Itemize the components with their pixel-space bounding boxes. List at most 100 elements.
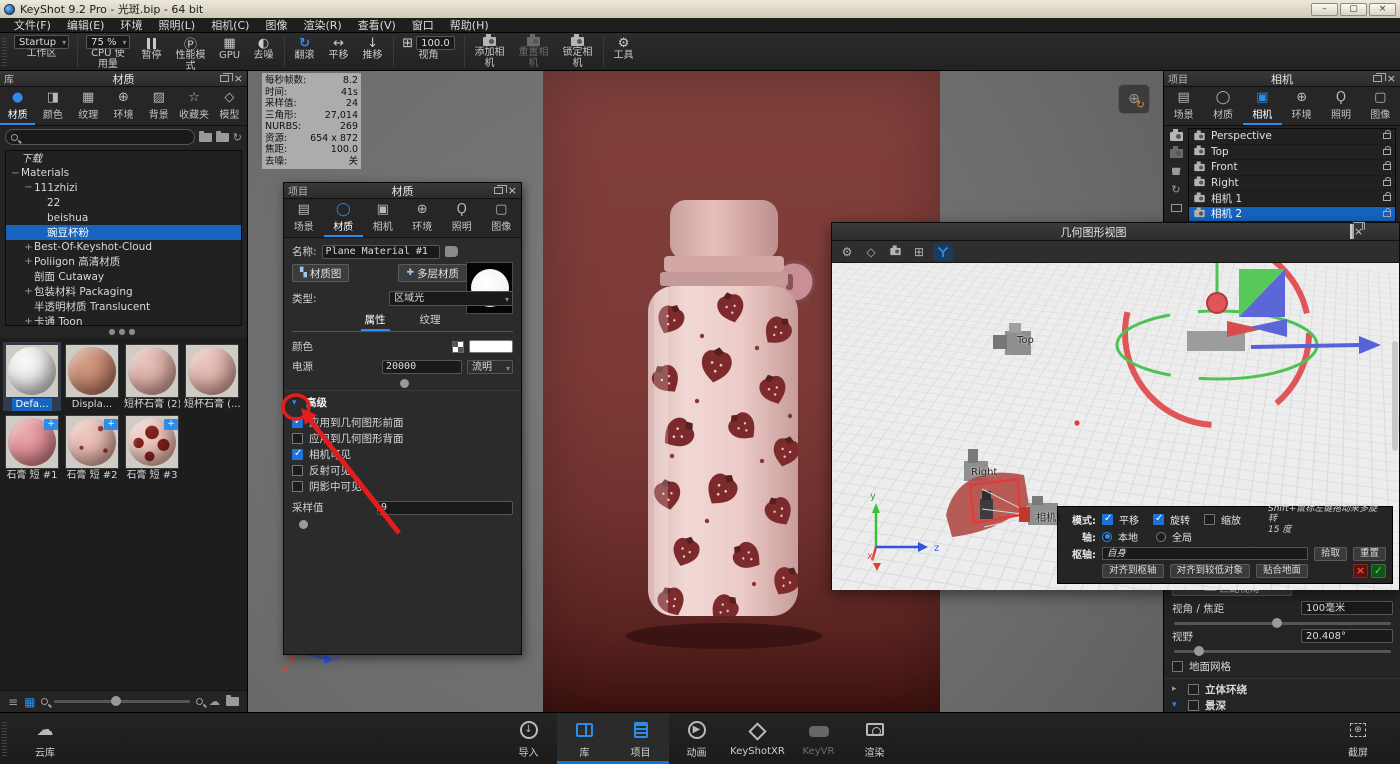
material-save-icon[interactable] [445, 246, 458, 257]
pick-button[interactable]: 拾取 [1314, 547, 1347, 561]
align-pivot-button[interactable]: 对齐到枢轴 [1102, 564, 1164, 578]
denoise-button[interactable]: ◐ 去噪 [247, 33, 281, 70]
camera-list-item[interactable]: Right [1189, 176, 1395, 192]
tree-item[interactable]: + Poliigon 高清材质 [6, 255, 241, 270]
stereo-checkbox[interactable] [1188, 684, 1199, 695]
menu-item[interactable]: 窗口 [404, 17, 442, 33]
search-input[interactable] [18, 132, 189, 143]
advanced-checkbox-row[interactable]: 应用到几何图形前面 [292, 414, 513, 430]
import-button[interactable]: ↓ 导入 [501, 713, 557, 764]
unlock-icon[interactable] [1383, 180, 1391, 186]
tree-expander[interactable]: − [23, 182, 34, 193]
advanced-checkbox-row[interactable]: 阴影中可见 [292, 478, 513, 494]
tools-button[interactable]: ⚙ 工具 [607, 33, 641, 70]
library-tab[interactable]: ◇ 模型 [212, 87, 247, 125]
cloud-library-button[interactable]: ☁ 云库 [17, 713, 73, 764]
workspace-selector[interactable]: Startup 工作区 [9, 33, 74, 70]
duplicate-camera-icon[interactable] [1170, 149, 1183, 158]
snap-ground-button[interactable]: 贴合地面 [1256, 564, 1308, 578]
material-thumbnail[interactable]: + 短杯石膏 (2) [123, 342, 181, 411]
dof-checkbox[interactable] [1188, 700, 1199, 711]
menu-item[interactable]: 编辑(E) [59, 17, 113, 33]
cloud-upload-icon[interactable]: ☁ [209, 695, 220, 708]
tree-expander[interactable]: + [23, 316, 34, 326]
import-folder-icon[interactable] [216, 133, 229, 142]
material-type-dropdown[interactable]: 区域光 [389, 291, 513, 306]
menu-item[interactable]: 渲染(R) [295, 17, 349, 33]
menu-item[interactable]: 文件(F) [6, 17, 59, 33]
chevron-right-icon[interactable]: ▸ [1172, 684, 1182, 694]
tree-item[interactable]: beishua [6, 210, 241, 225]
tree-expander[interactable]: + [23, 256, 34, 267]
menu-item[interactable]: 图像 [257, 17, 295, 33]
material-subtab[interactable]: 纹理 [416, 311, 445, 331]
cube-view-icon[interactable]: ◇ [861, 243, 881, 261]
close-panel-icon[interactable]: × [1387, 73, 1396, 84]
power-unit-dropdown[interactable]: 流明 [467, 360, 513, 374]
material-panel-tab[interactable]: ⊕ 环境 [403, 199, 443, 237]
library-tab[interactable]: ☆ 收藏夹 [176, 87, 211, 125]
add-folder-icon[interactable] [199, 133, 212, 142]
material-thumbnail[interactable]: + 短杯石膏 (... [183, 342, 241, 411]
settings-gear-icon[interactable]: ⚙ [837, 243, 857, 261]
reset-button[interactable]: 重置 [1353, 547, 1386, 561]
zoom-out-icon[interactable] [41, 698, 48, 705]
zoom-in-icon[interactable] [196, 698, 203, 705]
keyshotxr-button[interactable]: KeyShotXR [725, 713, 791, 764]
tree-item[interactable]: 半透明材质 Translucent [6, 299, 241, 314]
screenshot-button[interactable]: ⊕ 截屏 [1330, 713, 1386, 764]
reset-camera-icon[interactable]: ↻ [1171, 183, 1180, 196]
move-tool-icon[interactable] [933, 243, 953, 261]
menu-item[interactable]: 查看(V) [350, 17, 404, 33]
delete-camera-icon[interactable] [1172, 166, 1181, 175]
add-camera-icon[interactable] [1170, 132, 1183, 141]
pan-button[interactable]: ↔ 平移 [322, 33, 356, 70]
material-thumbnail[interactable]: + 石膏 短 #2 [63, 413, 121, 482]
project-tab[interactable]: ⊕ 环境 [1282, 87, 1321, 125]
checkbox[interactable] [292, 481, 303, 492]
geometry-viewport[interactable]: Top Right 相机2 y x z 模式: 平移 旋转 缩放 [832, 263, 1399, 590]
align-lower-button[interactable]: 对齐到较低对象 [1170, 564, 1251, 578]
search-box[interactable] [5, 129, 195, 145]
menu-item[interactable]: 环境 [112, 17, 150, 33]
move-checkbox[interactable] [1102, 514, 1113, 525]
unlock-icon[interactable] [1383, 195, 1391, 201]
tree-expander[interactable]: + [23, 242, 34, 253]
samples-slider[interactable] [292, 520, 513, 525]
tree-expander[interactable]: − [10, 168, 21, 179]
texture-checker-icon[interactable] [452, 341, 464, 353]
library-tab[interactable]: ▦ 纹理 [71, 87, 106, 125]
tree-item[interactable]: + 卡通 Toon [6, 314, 241, 326]
lock-camera-button[interactable]: 锁定相机 [556, 33, 600, 70]
samples-input[interactable] [377, 501, 513, 515]
tree-item[interactable]: 豌豆杯粉 [6, 225, 241, 240]
advanced-checkbox-row[interactable]: 相机可见 [292, 446, 513, 462]
panel-splitter[interactable]: ●●● [0, 328, 247, 338]
fov-control[interactable]: ⊞ 100.0 视角 [397, 33, 461, 70]
camera-list-item[interactable]: Top [1189, 145, 1395, 161]
advanced-checkbox-row[interactable]: 应用到几何图形背面 [292, 430, 513, 446]
float-panel-icon[interactable] [1373, 75, 1382, 82]
refresh-library-icon[interactable]: ↻ [233, 131, 242, 144]
project-tab[interactable]: ▣ 相机 [1243, 87, 1282, 125]
dof-row[interactable]: ▾ 景深 [1172, 697, 1393, 712]
geometry-view-titlebar[interactable]: 几何图形视图 × [832, 223, 1399, 241]
float-panel-icon[interactable] [220, 75, 229, 82]
camera-view-icon[interactable] [885, 243, 905, 261]
cancel-button[interactable]: × [1353, 564, 1368, 578]
unlock-icon[interactable] [1383, 211, 1391, 217]
tree-item[interactable]: 下载 [6, 151, 241, 166]
close-panel-icon[interactable]: × [234, 73, 243, 84]
list-view-icon[interactable]: ≡ [8, 695, 18, 709]
focal-value[interactable]: 100毫米 [1301, 601, 1393, 615]
project-dock-button[interactable]: 项目 [613, 713, 669, 764]
tree-item[interactable]: 剖面 Cutaway [6, 269, 241, 284]
thumbnail-size-slider[interactable] [54, 700, 190, 703]
project-tab[interactable]: ▤ 场景 [1164, 87, 1203, 125]
material-graph-button[interactable]: ▚ 材质图 [292, 264, 349, 282]
camera-list-item[interactable]: 相机 2 [1189, 207, 1395, 223]
material-panel-tab[interactable]: Ϙ 照明 [442, 199, 482, 237]
material-thumbnail[interactable]: + Displa... [63, 342, 121, 411]
scale-checkbox[interactable] [1204, 514, 1215, 525]
library-tab[interactable]: ◨ 颜色 [35, 87, 70, 125]
